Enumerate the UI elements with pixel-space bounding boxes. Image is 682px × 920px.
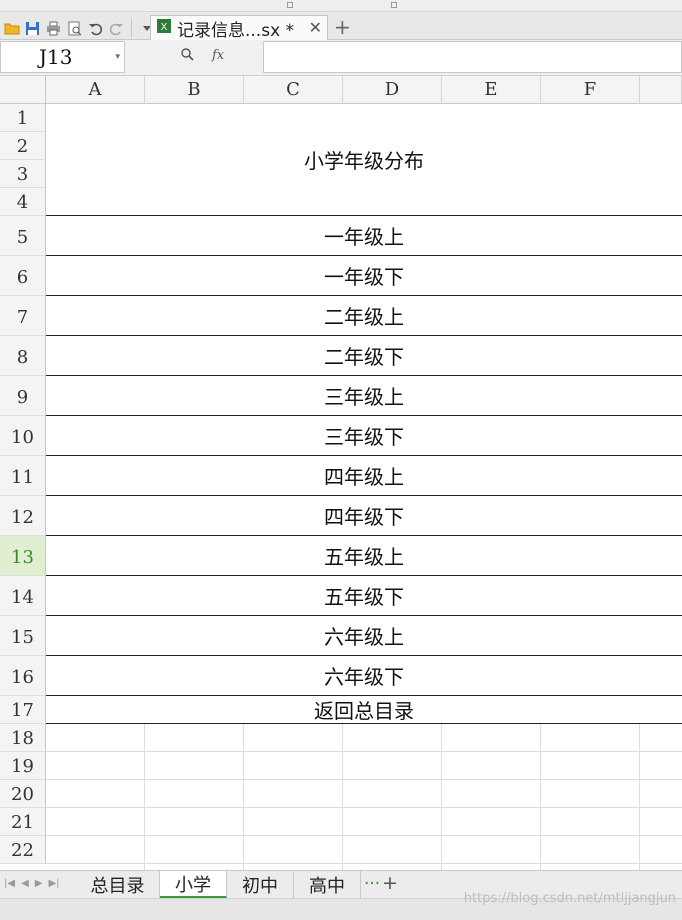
grade-cell[interactable]: 五年级下: [46, 576, 682, 616]
column-header-e[interactable]: E: [442, 76, 541, 104]
column-header-partial[interactable]: [640, 76, 682, 104]
strip-marker-icon: [391, 2, 397, 8]
more-sheets-icon[interactable]: ···: [364, 874, 380, 894]
column-header-b[interactable]: B: [145, 76, 244, 104]
close-icon[interactable]: ✕: [309, 18, 322, 37]
grid-line-horizontal: [46, 807, 682, 808]
name-box-value: J13: [39, 45, 73, 69]
grid-line-vertical: [342, 724, 343, 870]
formula-tools: fx: [180, 46, 224, 65]
grade-cell[interactable]: 一年级上: [46, 216, 682, 256]
grade-cell[interactable]: 四年级上: [46, 456, 682, 496]
row-header-12[interactable]: 12: [0, 496, 46, 536]
grade-cell[interactable]: 一年级下: [46, 256, 682, 296]
toolbar-top-strip: [0, 0, 682, 12]
open-folder-icon[interactable]: [3, 20, 20, 37]
grid-line-horizontal: [46, 779, 682, 780]
column-header-a[interactable]: A: [46, 76, 145, 104]
sheet-tab[interactable]: 总目录: [76, 871, 160, 898]
print-preview-icon[interactable]: [66, 20, 83, 37]
watermark-text: https://blog.csdn.net/mtljjangjun: [463, 891, 676, 906]
row-header-19[interactable]: 19: [0, 752, 46, 780]
zoom-lookup-icon[interactable]: [180, 46, 194, 65]
prev-sheet-icon[interactable]: ◀: [21, 878, 29, 889]
sheet-tab[interactable]: 小学: [160, 871, 227, 898]
new-tab-button[interactable]: +: [334, 15, 351, 39]
quick-access-toolbar: [3, 18, 155, 38]
formula-input[interactable]: [263, 41, 682, 73]
row-header-14[interactable]: 14: [0, 576, 46, 616]
row-header-7[interactable]: 7: [0, 296, 46, 336]
document-tab[interactable]: X 记录信息...sx * ✕: [150, 15, 328, 41]
grid-line-horizontal: [46, 835, 682, 836]
column-header-c[interactable]: C: [244, 76, 343, 104]
grade-cell[interactable]: 六年级上: [46, 616, 682, 656]
merged-title-cell[interactable]: 小学年级分布: [46, 104, 682, 216]
grade-cell[interactable]: 六年级下: [46, 656, 682, 696]
grid-line-vertical: [243, 724, 244, 870]
title-toolbar: X 记录信息...sx * ✕ +: [0, 0, 682, 41]
row-header-3[interactable]: 3: [0, 160, 46, 188]
row-header-2[interactable]: 2: [0, 132, 46, 160]
column-header-d[interactable]: D: [343, 76, 442, 104]
grid-line-horizontal: [46, 751, 682, 752]
grade-cell[interactable]: 二年级下: [46, 336, 682, 376]
grid-line-horizontal: [46, 863, 682, 864]
row-header-8[interactable]: 8: [0, 336, 46, 376]
grid-line-vertical: [540, 724, 541, 870]
excel-file-icon: X: [156, 18, 172, 38]
strip-marker-icon: [287, 2, 293, 8]
toolbar-separator: [131, 19, 132, 37]
row-header-16[interactable]: 16: [0, 656, 46, 696]
first-sheet-icon[interactable]: |◀: [4, 878, 15, 889]
undo-icon[interactable]: [87, 20, 104, 37]
back-to-catalog-link[interactable]: 返回总目录: [46, 696, 682, 724]
sheet-tab[interactable]: 高中: [294, 871, 361, 898]
row-header-6[interactable]: 6: [0, 256, 46, 296]
grade-cell[interactable]: 二年级上: [46, 296, 682, 336]
save-icon[interactable]: [24, 20, 41, 37]
row-header-11[interactable]: 11: [0, 456, 46, 496]
row-header-5[interactable]: 5: [0, 216, 46, 256]
row-header-22[interactable]: 22: [0, 836, 46, 864]
column-header-f[interactable]: F: [541, 76, 640, 104]
row-header-9[interactable]: 9: [0, 376, 46, 416]
last-sheet-icon[interactable]: ▶|: [48, 878, 59, 889]
row-header-18[interactable]: 18: [0, 724, 46, 752]
document-tab-title: 记录信息...sx *: [177, 20, 295, 41]
add-sheet-button[interactable]: +: [382, 872, 398, 894]
sheet-nav-buttons: |◀ ◀ ▶ ▶|: [4, 878, 60, 889]
sheet-tab[interactable]: 初中: [227, 871, 294, 898]
chevron-down-icon[interactable]: ▾: [115, 42, 120, 72]
formula-bar: J13 ▾ fx: [0, 40, 682, 76]
grade-cell[interactable]: 三年级上: [46, 376, 682, 416]
next-sheet-icon[interactable]: ▶: [35, 878, 43, 889]
select-all-corner[interactable]: [0, 76, 46, 104]
grid-line-vertical: [639, 724, 640, 870]
function-icon[interactable]: fx: [212, 48, 224, 63]
row-header-21[interactable]: 21: [0, 808, 46, 836]
grade-cell[interactable]: 三年级下: [46, 416, 682, 456]
row-header-13[interactable]: 13: [0, 536, 46, 576]
name-box[interactable]: J13 ▾: [0, 41, 125, 73]
svg-text:X: X: [161, 22, 168, 33]
row-header-20[interactable]: 20: [0, 780, 46, 808]
row-header-15[interactable]: 15: [0, 616, 46, 656]
row-header-4[interactable]: 4: [0, 188, 46, 216]
grade-cell[interactable]: 四年级下: [46, 496, 682, 536]
print-icon[interactable]: [45, 20, 62, 37]
row-header-10[interactable]: 10: [0, 416, 46, 456]
row-header-1[interactable]: 1: [0, 104, 46, 132]
redo-icon[interactable]: [108, 20, 125, 37]
grade-cell[interactable]: 五年级上: [46, 536, 682, 576]
grid-line-vertical: [144, 724, 145, 870]
row-header-17[interactable]: 17: [0, 696, 46, 724]
grid-line-vertical: [441, 724, 442, 870]
